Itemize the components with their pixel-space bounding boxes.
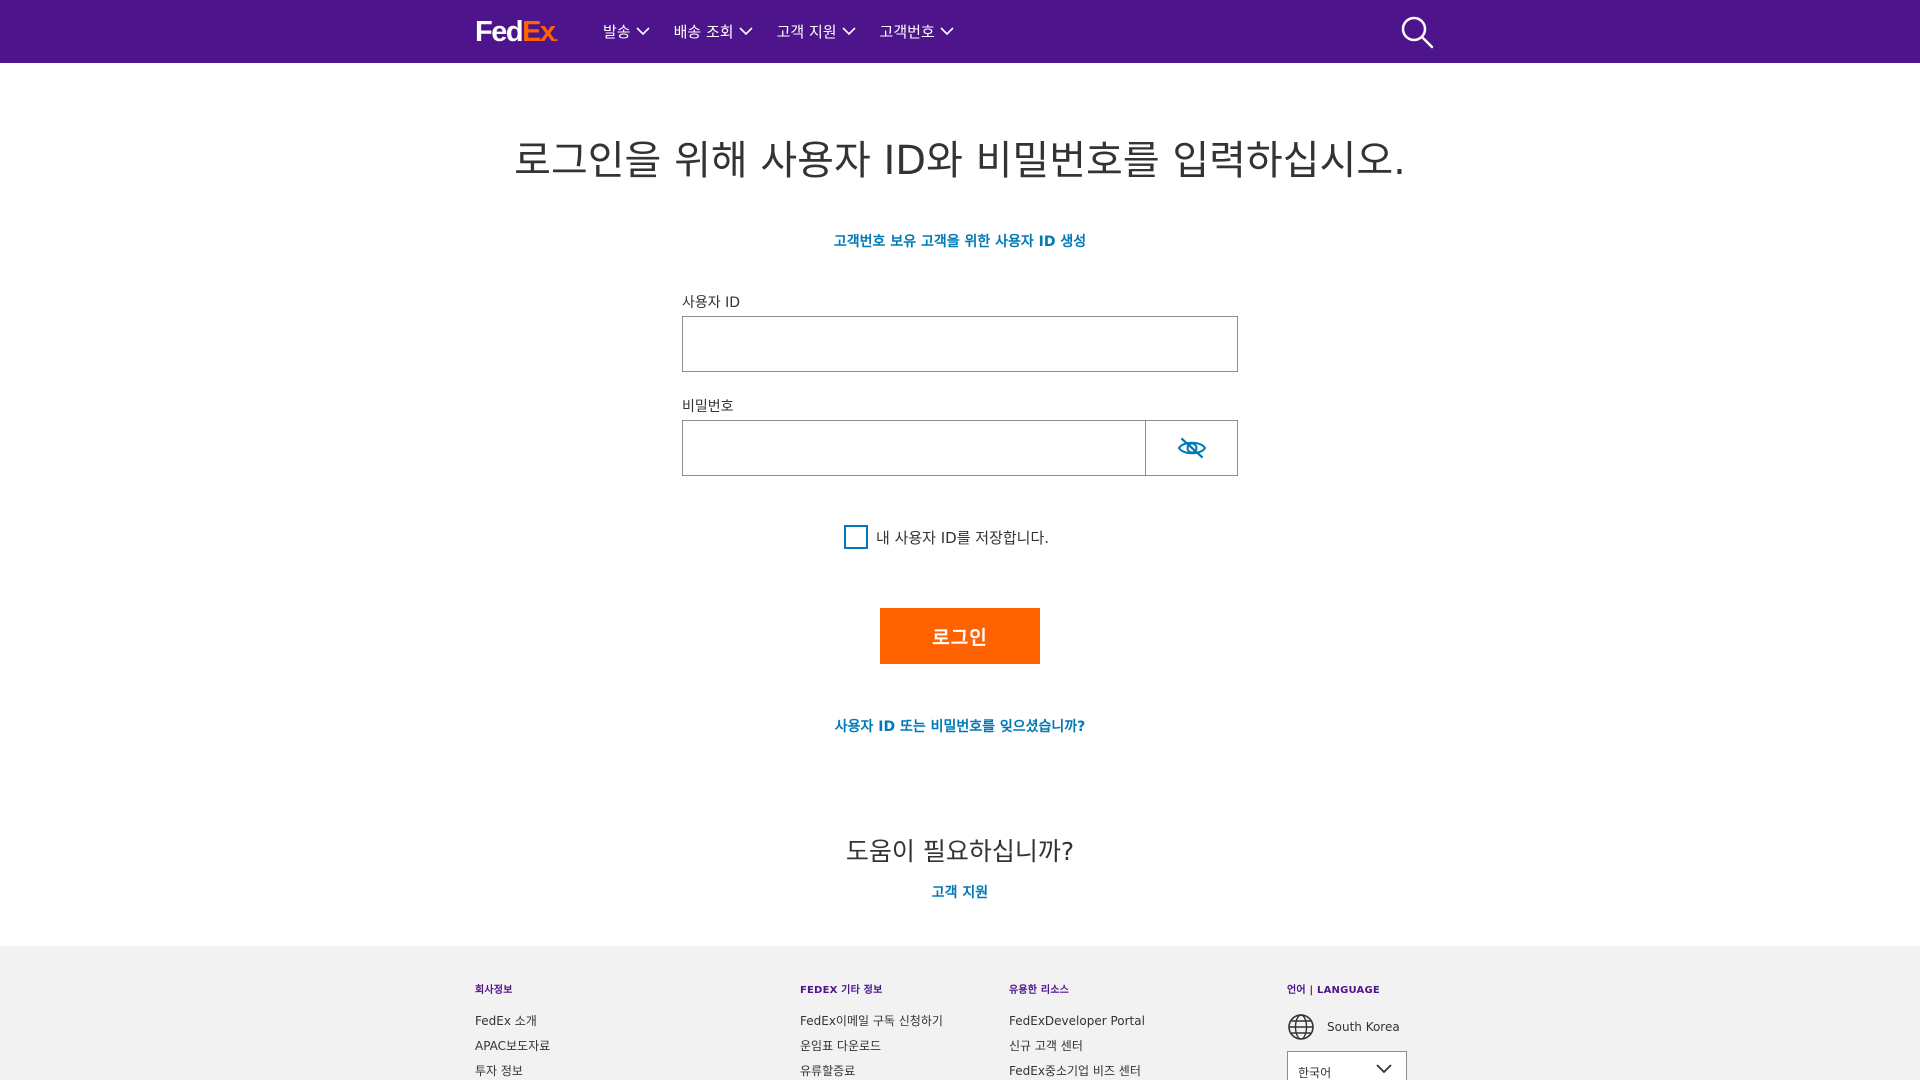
footer-col-company: 회사정보 FedEx 소개 APAC보도자료 투자 정보 — [475, 981, 550, 1080]
create-user-id-link-wrap: 고객번호 보유 고객을 위한 사용자 ID 생성 — [0, 231, 1920, 251]
nav-item-support[interactable]: 고객 지원 — [777, 21, 856, 42]
nav-item-label: 배송 조회 — [673, 23, 734, 41]
fedex-logo[interactable]: FedEx. — [475, 16, 559, 49]
chevron-down-icon — [739, 27, 753, 36]
logo-dot: . — [554, 28, 559, 44]
chevron-down-icon — [636, 27, 650, 36]
eye-slash-icon — [1177, 437, 1206, 459]
help-link-wrap: 고객 지원 — [0, 882, 1920, 902]
footer: 회사정보 FedEx 소개 APAC보도자료 투자 정보 FEDEX 기타 정보… — [0, 946, 1920, 1080]
top-header: FedEx. 발송 배송 조회 고객 지원 고객번호 — [0, 0, 1920, 63]
language-select[interactable]: 한국어 — [1287, 1051, 1407, 1080]
footer-link[interactable]: 신규 고객 센터 — [1009, 1038, 1145, 1063]
user-id-label: 사용자 ID — [682, 295, 740, 311]
nav-item-ship[interactable]: 발송 — [603, 21, 650, 42]
search-icon[interactable] — [1400, 15, 1434, 49]
customer-support-link[interactable]: 고객 지원 — [932, 885, 988, 901]
remember-user-id-label: 내 사용자 ID를 저장합니다. — [876, 528, 1050, 547]
footer-heading: FEDEX 기타 정보 — [800, 985, 883, 996]
footer-heading: 언어 | LANGUAGE — [1287, 985, 1380, 996]
password-input[interactable] — [682, 420, 1146, 476]
footer-link[interactable]: 유류할증료 — [800, 1063, 943, 1080]
nav-item-track[interactable]: 배송 조회 — [674, 21, 753, 42]
footer-col-more: FEDEX 기타 정보 FedEx이메일 구독 신청하기 운임표 다운로드 유류… — [800, 981, 943, 1080]
forgot-credentials-link[interactable]: 사용자 ID 또는 비밀번호를 잊으셨습니까? — [835, 719, 1086, 735]
logo-fed-text: Fed — [475, 16, 524, 48]
footer-link[interactable]: 운임표 다운로드 — [800, 1038, 943, 1063]
footer-link[interactable]: FedExDeveloper Portal — [1009, 1013, 1145, 1038]
login-button[interactable]: 로그인 — [880, 608, 1040, 664]
globe-icon — [1288, 1014, 1314, 1040]
footer-link[interactable]: FedEx중소기업 비즈 센터 — [1009, 1063, 1145, 1080]
toggle-password-visibility-button[interactable] — [1145, 420, 1238, 476]
footer-heading: 유용한 리소스 — [1009, 985, 1070, 996]
page-title: 로그인을 위해 사용자 ID와 비밀번호를 입력하십시오. — [514, 138, 1406, 184]
footer-link[interactable]: FedEx 소개 — [475, 1013, 550, 1038]
chevron-down-icon — [940, 27, 954, 36]
forgot-link-wrap: 사용자 ID 또는 비밀번호를 잊으셨습니까? — [0, 716, 1920, 736]
help-title: 도움이 필요하십니까? — [845, 837, 1075, 866]
footer-link[interactable]: FedEx이메일 구독 신청하기 — [800, 1013, 943, 1038]
remember-user-id-checkbox[interactable] — [844, 525, 868, 549]
country-selector[interactable]: South Korea — [1287, 1013, 1407, 1041]
footer-heading: 회사정보 — [475, 985, 513, 996]
create-user-id-link[interactable]: 고객번호 보유 고객을 위한 사용자 ID 생성 — [834, 234, 1086, 250]
footer-link[interactable]: 투자 정보 — [475, 1063, 550, 1080]
footer-col-resources: 유용한 리소스 FedExDeveloper Portal 신규 고객 센터 F… — [1009, 981, 1145, 1080]
nav-item-label: 고객 지원 — [776, 23, 837, 41]
user-id-input[interactable] — [682, 316, 1238, 372]
nav-item-account[interactable]: 고객번호 — [880, 21, 954, 42]
logo-ex-text: Ex — [522, 16, 556, 48]
nav-item-label: 고객번호 — [879, 23, 935, 41]
password-label: 비밀번호 — [682, 399, 734, 415]
chevron-down-icon — [1376, 1064, 1392, 1074]
country-label: South Korea — [1327, 1020, 1400, 1034]
remember-user-id[interactable]: 내 사용자 ID를 저장합니다. — [844, 525, 1049, 549]
main-nav: 발송 배송 조회 고객 지원 고객번호 — [603, 0, 978, 63]
nav-item-label: 발송 — [603, 23, 631, 41]
chevron-down-icon — [841, 27, 856, 36]
footer-col-language: 언어 | LANGUAGE South Korea 한국어 — [1287, 981, 1407, 1080]
language-selected-value: 한국어 — [1298, 1066, 1332, 1080]
footer-link[interactable]: APAC보도자료 — [475, 1038, 550, 1063]
